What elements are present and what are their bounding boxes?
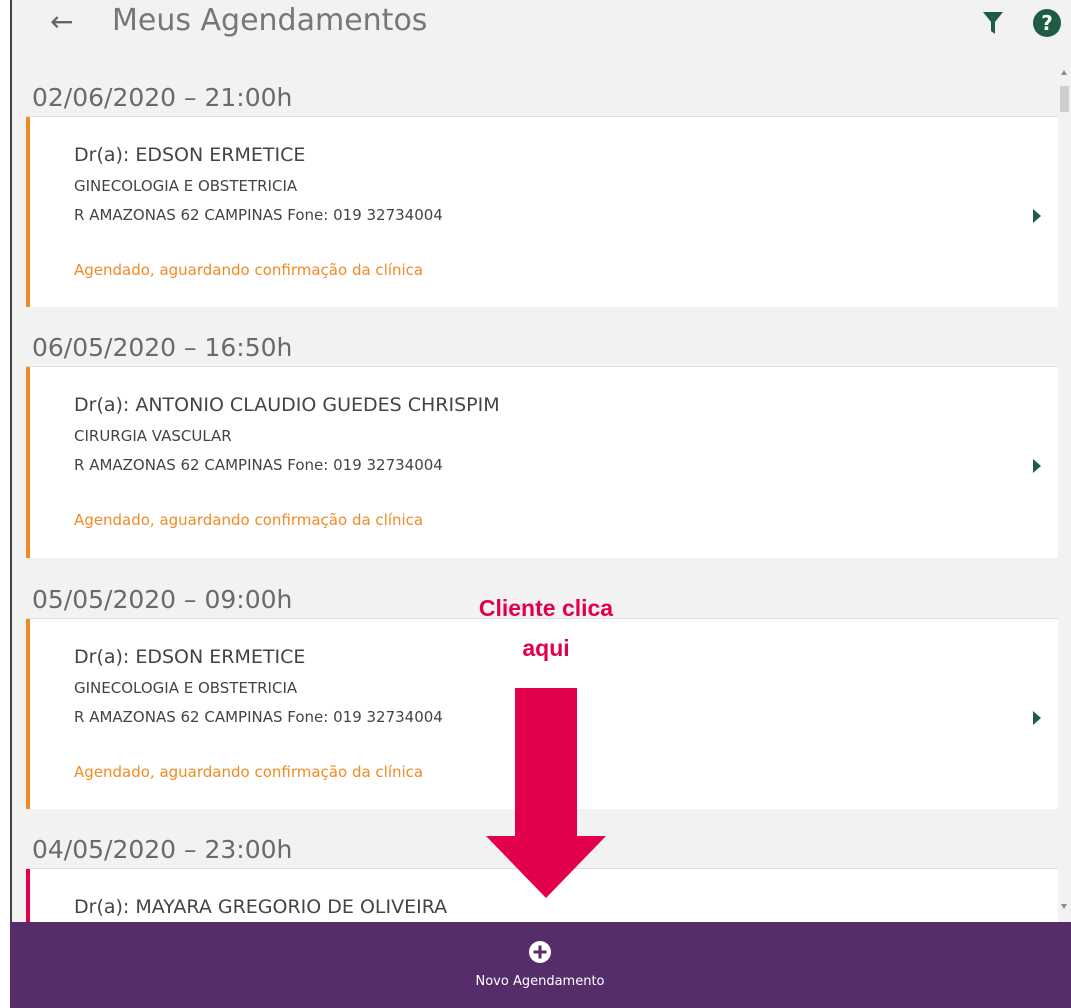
specialty: GINECOLOGIA E OBSTETRICIA <box>74 177 298 195</box>
back-arrow-icon[interactable]: ← <box>50 2 73 42</box>
annotation-line-1: Cliente clica <box>478 595 614 621</box>
svg-text:?: ? <box>1041 11 1053 35</box>
help-icon[interactable]: ? <box>1032 8 1062 38</box>
status-stripe <box>26 367 30 558</box>
status-stripe <box>26 117 30 307</box>
top-bar: ← Meus Agendamentos ? <box>12 0 1071 58</box>
address: R AMAZONAS 62 CAMPINAS Fone: 019 3273400… <box>74 708 443 726</box>
address: R AMAZONAS 62 CAMPINAS Fone: 019 3273400… <box>74 456 443 474</box>
status-text: Agendado, aguardando confirmação da clín… <box>74 763 424 781</box>
down-arrow-icon <box>486 688 606 898</box>
scroll-thumb[interactable] <box>1060 86 1069 112</box>
new-appointment-button[interactable]: Novo Agendamento <box>450 922 630 1008</box>
chevron-right-icon[interactable] <box>1033 459 1041 473</box>
specialty: GINECOLOGIA E OBSTETRICIA <box>74 679 298 697</box>
scroll-down-icon[interactable] <box>1061 904 1067 909</box>
doctor-name: Dr(a): MAYARA GREGORIO DE OLIVEIRA <box>74 896 448 918</box>
page-title: Meus Agendamentos <box>112 3 428 38</box>
scrollbar[interactable] <box>1058 58 1071 922</box>
scroll-up-icon[interactable] <box>1061 70 1067 75</box>
status-text: Agendado, aguardando confirmação da clín… <box>74 511 424 529</box>
new-appointment-label: Novo Agendamento <box>475 974 605 989</box>
status-text: Agendado, aguardando confirmação da clín… <box>74 261 424 279</box>
appointment-card[interactable]: Dr(a): EDSON ERMETICE GINECOLOGIA E OBST… <box>26 116 1058 307</box>
doctor-name: Dr(a): EDSON ERMETICE <box>74 144 306 166</box>
status-stripe <box>26 619 30 809</box>
bottom-bar: Novo Agendamento <box>10 922 1071 1008</box>
plus-circle-icon <box>529 941 551 963</box>
address: R AMAZONAS 62 CAMPINAS Fone: 019 3273400… <box>74 206 443 224</box>
status-stripe <box>26 869 30 922</box>
specialty: CIRURGIA VASCULAR <box>74 427 232 445</box>
doctor-name: Dr(a): EDSON ERMETICE <box>74 646 306 668</box>
annotation-callout: Cliente clica aqui <box>446 588 646 668</box>
doctor-name: Dr(a): ANTONIO CLAUDIO GUEDES CHRISPIM <box>74 394 500 416</box>
appointment-card[interactable]: Dr(a): ANTONIO CLAUDIO GUEDES CHRISPIM C… <box>26 366 1058 558</box>
chevron-right-icon[interactable] <box>1033 209 1041 223</box>
filter-icon[interactable] <box>980 10 1006 36</box>
chevron-right-icon[interactable] <box>1033 711 1041 725</box>
annotation-line-2: aqui <box>522 635 570 661</box>
